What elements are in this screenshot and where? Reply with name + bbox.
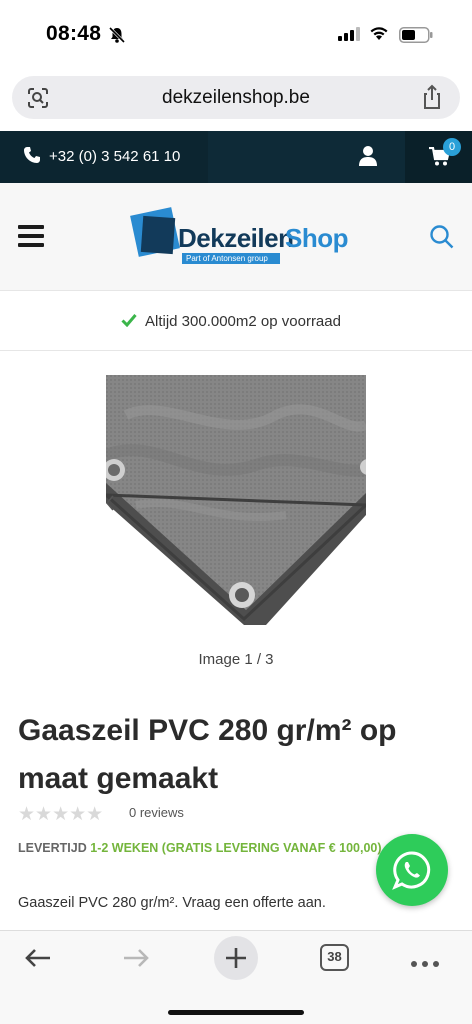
chevron-left-icon[interactable] (105, 495, 115, 516)
stock-notice-text: Altijd 300.000m2 op voorraad (145, 313, 341, 330)
site-header: Dekzeilen Shop Part of Antonsen group (0, 183, 472, 291)
url-text[interactable]: dekzeilenshop.be (12, 87, 460, 109)
clock: 08:48 (46, 22, 102, 45)
status-bar: 08:48 (0, 0, 472, 70)
logo-text-dekzeilen: Dekzeilen (178, 223, 294, 253)
rating-stars: ★★★★★ (18, 804, 104, 825)
whatsapp-button[interactable] (376, 834, 448, 906)
product-gallery: Image 1 / 3 (0, 352, 472, 682)
home-indicator (168, 1010, 304, 1015)
product-description: Gaaszeil PVC 280 gr/m². Vraag een offert… (18, 895, 326, 911)
product-title: Gaaszeil PVC 280 gr/m² op maat gemaakt (18, 714, 397, 795)
site-logo[interactable]: Dekzeilen Shop Part of Antonsen group (128, 205, 349, 265)
tabs-icon[interactable]: 38 (320, 944, 349, 971)
logo-mark-front (140, 215, 176, 255)
more-icon[interactable] (410, 955, 440, 973)
wifi-icon (369, 25, 389, 46)
search-icon[interactable] (429, 224, 455, 255)
top-contact-bar: +32 (0) 3 542 61 10 0 (0, 131, 472, 183)
cart-button[interactable]: 0 (405, 131, 472, 183)
leadtime-label: LEVERTIJD (18, 841, 87, 855)
address-bar[interactable]: dekzeilenshop.be (12, 76, 460, 119)
bell-slash-icon (108, 26, 126, 49)
leadtime: LEVERTIJD 1-2 WEKEN (GRATIS LEVERING VAN… (18, 841, 382, 855)
logo-text-shop: Shop (285, 223, 349, 253)
cart-count-badge: 0 (443, 138, 461, 156)
whatsapp-icon (392, 851, 431, 890)
stock-notice: Altijd 300.000m2 op voorraad (0, 292, 472, 351)
share-icon[interactable] (420, 84, 444, 115)
signal-icon (338, 27, 360, 46)
phone-number[interactable]: +32 (0) 3 542 61 10 (49, 148, 180, 165)
new-tab-button[interactable] (214, 936, 258, 980)
check-icon (121, 313, 137, 332)
reviews-count[interactable]: 0 reviews (129, 805, 184, 820)
leadtime-value: 1-2 WEKEN (GRATIS LEVERING VANAF € 100,0… (90, 841, 382, 855)
battery-icon (399, 27, 433, 48)
back-arrow-icon[interactable] (24, 947, 52, 974)
forward-arrow-icon[interactable] (122, 947, 150, 974)
product-image[interactable] (106, 375, 366, 625)
user-icon[interactable] (358, 145, 378, 172)
image-counter: Image 1 / 3 (198, 651, 274, 668)
phone-icon (23, 146, 41, 169)
logo-tagline: Part of Antonsen group (182, 253, 280, 264)
new-tab-icon (226, 948, 246, 968)
phone-link[interactable]: +32 (0) 3 542 61 10 (0, 131, 208, 183)
menu-icon[interactable] (18, 225, 44, 247)
